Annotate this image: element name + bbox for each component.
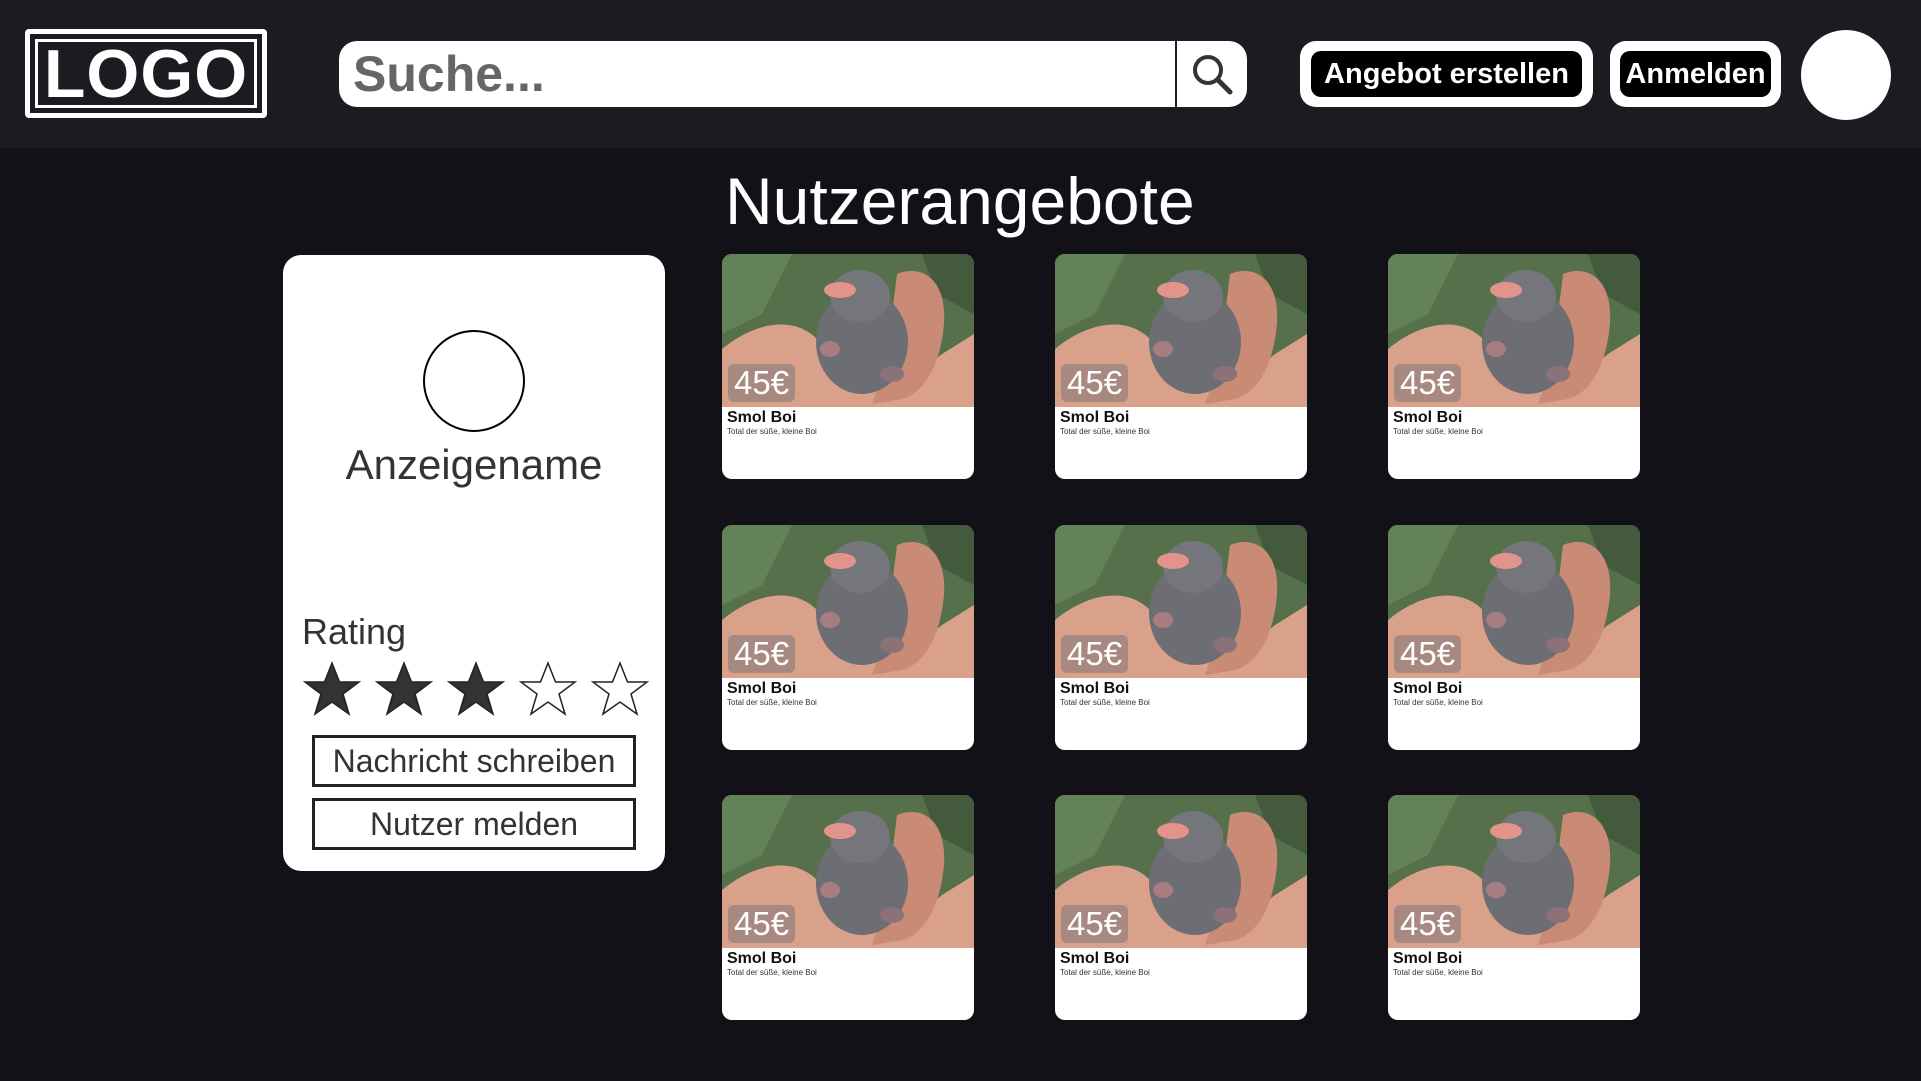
profile-card: Anzeigename Rating Nachricht schreiben N… — [283, 255, 665, 871]
offer-description: Total der süße, kleine Boi — [727, 427, 817, 436]
offer-price: 45€ — [1394, 635, 1462, 673]
offer-title: Smol Boi — [1060, 409, 1130, 426]
star-empty-icon — [518, 660, 578, 716]
offer-card[interactable]: 45€ Smol Boi Total der süße, kleine Boi — [1055, 525, 1307, 750]
offer-description: Total der süße, kleine Boi — [1060, 698, 1150, 707]
search-input[interactable] — [339, 41, 1175, 107]
offer-title: Smol Boi — [1393, 409, 1463, 426]
offer-card[interactable]: 45€ Smol Boi Total der süße, kleine Boi — [1388, 795, 1640, 1020]
offer-description: Total der süße, kleine Boi — [1393, 698, 1483, 707]
offer-price: 45€ — [1061, 364, 1129, 402]
offer-price: 45€ — [1061, 905, 1129, 943]
offer-title: Smol Boi — [727, 950, 797, 967]
offer-title: Smol Boi — [727, 680, 797, 697]
create-offer-button[interactable]: Angebot erstellen — [1300, 41, 1593, 107]
login-button[interactable]: Anmelden — [1610, 41, 1781, 107]
offer-card[interactable]: 45€ Smol Boi Total der süße, kleine Boi — [1388, 525, 1640, 750]
offers-grid: 45€ Smol Boi Total der süße, kleine Boi … — [722, 254, 1640, 1020]
star-empty-icon — [590, 660, 650, 716]
logo[interactable]: LOGO — [25, 29, 267, 118]
offer-card[interactable]: 45€ Smol Boi Total der süße, kleine Boi — [1388, 254, 1640, 479]
offer-description: Total der süße, kleine Boi — [1060, 427, 1150, 436]
search-icon — [1193, 55, 1233, 95]
header: LOGO Angebot erstellen Anmelden — [0, 0, 1921, 148]
offer-card[interactable]: 45€ Smol Boi Total der süße, kleine Boi — [1055, 795, 1307, 1020]
write-message-button[interactable]: Nachricht schreiben — [312, 735, 636, 787]
offer-description: Total der süße, kleine Boi — [727, 698, 817, 707]
logo-text: LOGO — [35, 36, 257, 112]
offer-title: Smol Boi — [727, 409, 797, 426]
offer-description: Total der süße, kleine Boi — [727, 968, 817, 977]
create-offer-label: Angebot erstellen — [1311, 51, 1582, 97]
display-name: Anzeigename — [345, 441, 603, 488]
star-filled-icon — [374, 660, 434, 716]
offer-title: Smol Boi — [1060, 680, 1130, 697]
star-filled-icon — [446, 660, 506, 716]
offer-price: 45€ — [1394, 905, 1462, 943]
offer-title: Smol Boi — [1393, 950, 1463, 967]
profile-avatar — [423, 330, 525, 432]
login-label: Anmelden — [1620, 51, 1771, 97]
offer-price: 45€ — [1061, 635, 1129, 673]
offer-title: Smol Boi — [1060, 950, 1130, 967]
rating-label: Rating — [302, 611, 407, 652]
offer-description: Total der süße, kleine Boi — [1393, 427, 1483, 436]
offer-card[interactable]: 45€ Smol Boi Total der süße, kleine Boi — [1055, 254, 1307, 479]
offer-description: Total der süße, kleine Boi — [1393, 968, 1483, 977]
report-user-button[interactable]: Nutzer melden — [312, 798, 636, 850]
offer-price: 45€ — [1394, 364, 1462, 402]
offer-price: 45€ — [728, 635, 796, 673]
page-title: Nutzerangebote — [725, 164, 1195, 238]
star-filled-icon — [302, 660, 362, 716]
offer-card[interactable]: 45€ Smol Boi Total der süße, kleine Boi — [722, 254, 974, 479]
offer-description: Total der süße, kleine Boi — [1060, 968, 1150, 977]
offer-card[interactable]: 45€ Smol Boi Total der süße, kleine Boi — [722, 795, 974, 1020]
rating-stars — [301, 660, 651, 722]
offer-price: 45€ — [728, 905, 796, 943]
offer-price: 45€ — [728, 364, 796, 402]
offer-title: Smol Boi — [1393, 680, 1463, 697]
search-button[interactable] — [1175, 41, 1247, 107]
user-avatar[interactable] — [1801, 30, 1891, 120]
offer-card[interactable]: 45€ Smol Boi Total der süße, kleine Boi — [722, 525, 974, 750]
search-bar — [339, 41, 1247, 107]
